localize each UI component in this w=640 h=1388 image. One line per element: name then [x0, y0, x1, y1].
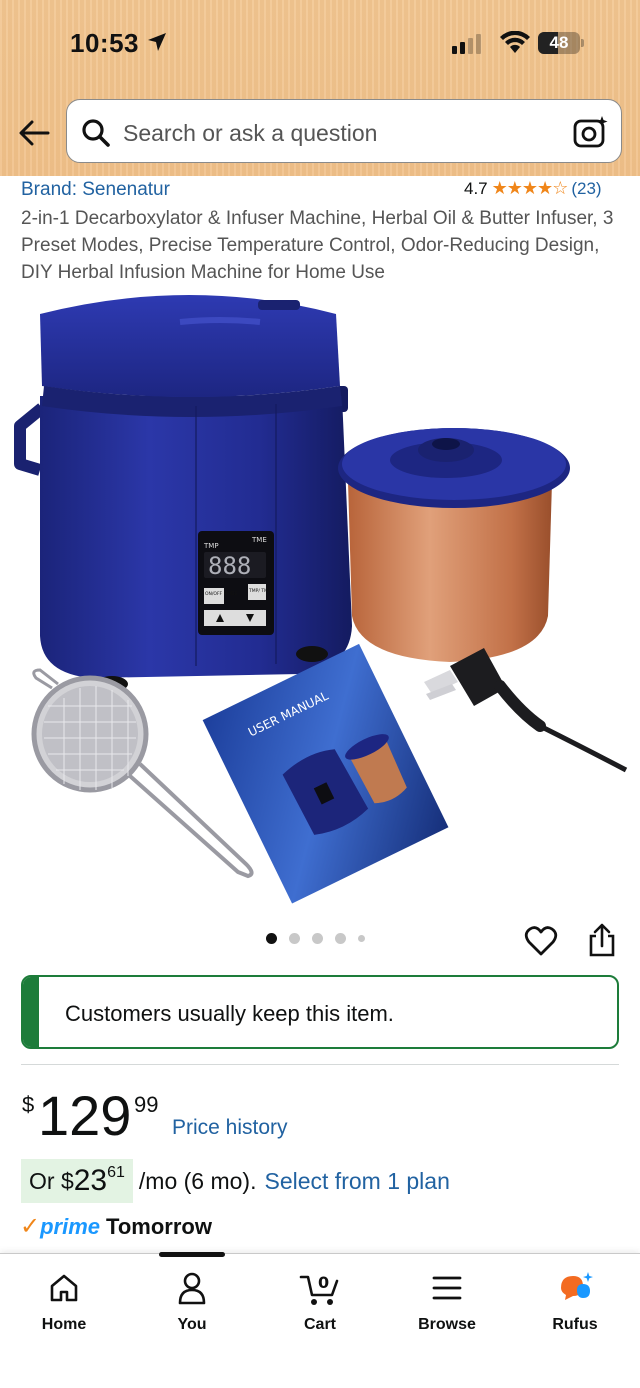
rating-value: 4.7 — [464, 178, 488, 198]
price-whole: 129 — [38, 1084, 132, 1147]
product-title: 2-in-1 Decarboxylator & Infuser Machine,… — [21, 208, 614, 283]
carousel-dot[interactable] — [335, 933, 346, 944]
nav-rufus[interactable]: Rufus — [525, 1268, 625, 1334]
nav-you[interactable]: You — [142, 1268, 242, 1334]
review-count[interactable]: (23) — [571, 179, 601, 199]
monthly-fraction: 61 — [107, 1164, 125, 1181]
battery-level: 48 — [549, 33, 569, 52]
carousel-dot[interactable] — [266, 933, 277, 944]
wifi-icon — [500, 31, 530, 53]
back-arrow-icon[interactable] — [16, 118, 52, 148]
battery-cap — [581, 39, 584, 47]
status-time: 10:53 — [70, 28, 139, 58]
header: 10:53 48 Search or ask a question — [0, 0, 640, 176]
panel-tme-label: TME — [251, 536, 267, 544]
camera-lens-icon[interactable] — [572, 115, 608, 149]
keep-banner-text: Customers usually keep this item. — [65, 1001, 394, 1026]
brand-link[interactable]: Brand: Senenatur — [21, 179, 170, 201]
signal-icon — [452, 34, 481, 54]
rating[interactable]: 4.7 ★★★★☆ (23) — [464, 178, 602, 199]
heart-icon[interactable] — [524, 924, 558, 958]
delivery-day: Tomorrow — [106, 1213, 212, 1239]
prime-logo: prime — [40, 1213, 101, 1239]
carousel-dot[interactable] — [312, 933, 323, 944]
product-image[interactable]: TMP TME 888 ON/OFF MODE TMP/ TME USER MA… — [0, 286, 640, 916]
carousel-dot[interactable] — [358, 935, 365, 942]
star-rating-icon: ★★★★☆ — [491, 178, 569, 198]
nav-rufus-label: Rufus — [552, 1316, 598, 1333]
price-history-link[interactable]: Price history — [172, 1116, 288, 1140]
nav-cart-label: Cart — [303, 1316, 336, 1333]
monthly-suffix: /mo (6 mo). — [138, 1167, 257, 1194]
battery-icon: 48 — [538, 32, 580, 54]
panel-tmp-label: TMP — [203, 542, 219, 550]
cart-count: 0 — [318, 1273, 329, 1292]
carousel-dots[interactable] — [266, 933, 365, 944]
keep-banner: Customers usually keep this item. — [21, 975, 619, 1049]
bottom-nav: Home You 0 Cart Browse Rufus — [0, 1252, 640, 1388]
monthly-price-highlight: Or $23 61 — [21, 1159, 133, 1203]
user-icon — [178, 1272, 206, 1305]
active-tab-indicator — [159, 1252, 225, 1257]
search-bar[interactable]: Search or ask a question — [66, 99, 622, 163]
keep-banner-accent — [23, 977, 39, 1047]
panel-tmp-tme-label: TMP/ TME — [248, 588, 271, 594]
home-icon — [50, 1274, 78, 1302]
nav-home-label: Home — [41, 1316, 87, 1333]
location-arrow-icon — [148, 33, 166, 51]
price-fraction: 99 — [134, 1092, 159, 1117]
monthly-whole: 23 — [73, 1164, 108, 1197]
select-plan-link[interactable]: Select from 1 plan — [256, 1168, 449, 1195]
nav-browse[interactable]: Browse — [397, 1268, 497, 1334]
prime-delivery: ✓ prime Tomorrow — [20, 1212, 212, 1241]
carousel-dot[interactable] — [289, 933, 300, 944]
monthly-prefix: Or $ — [29, 1167, 74, 1194]
rufus-icon — [561, 1272, 593, 1300]
monthly-payment: Or $23 61 /mo (6 mo). Select from 1 plan — [21, 1159, 450, 1203]
nav-you-label: You — [177, 1316, 207, 1333]
divider — [21, 1064, 619, 1065]
nav-cart[interactable]: 0 Cart — [270, 1268, 370, 1334]
menu-icon — [432, 1276, 462, 1300]
nav-browse-label: Browse — [418, 1316, 476, 1333]
nav-home[interactable]: Home — [14, 1268, 114, 1334]
search-placeholder: Search or ask a question — [123, 120, 378, 146]
cart-icon: 0 — [299, 1273, 339, 1305]
panel-display: 888 — [208, 552, 251, 580]
price-currency: $ — [22, 1092, 35, 1117]
panel-mode-label: ON/OFF MODE — [205, 591, 237, 597]
prime-check-icon: ✓ — [20, 1213, 41, 1240]
share-icon[interactable] — [588, 922, 616, 958]
search-icon — [82, 119, 110, 147]
